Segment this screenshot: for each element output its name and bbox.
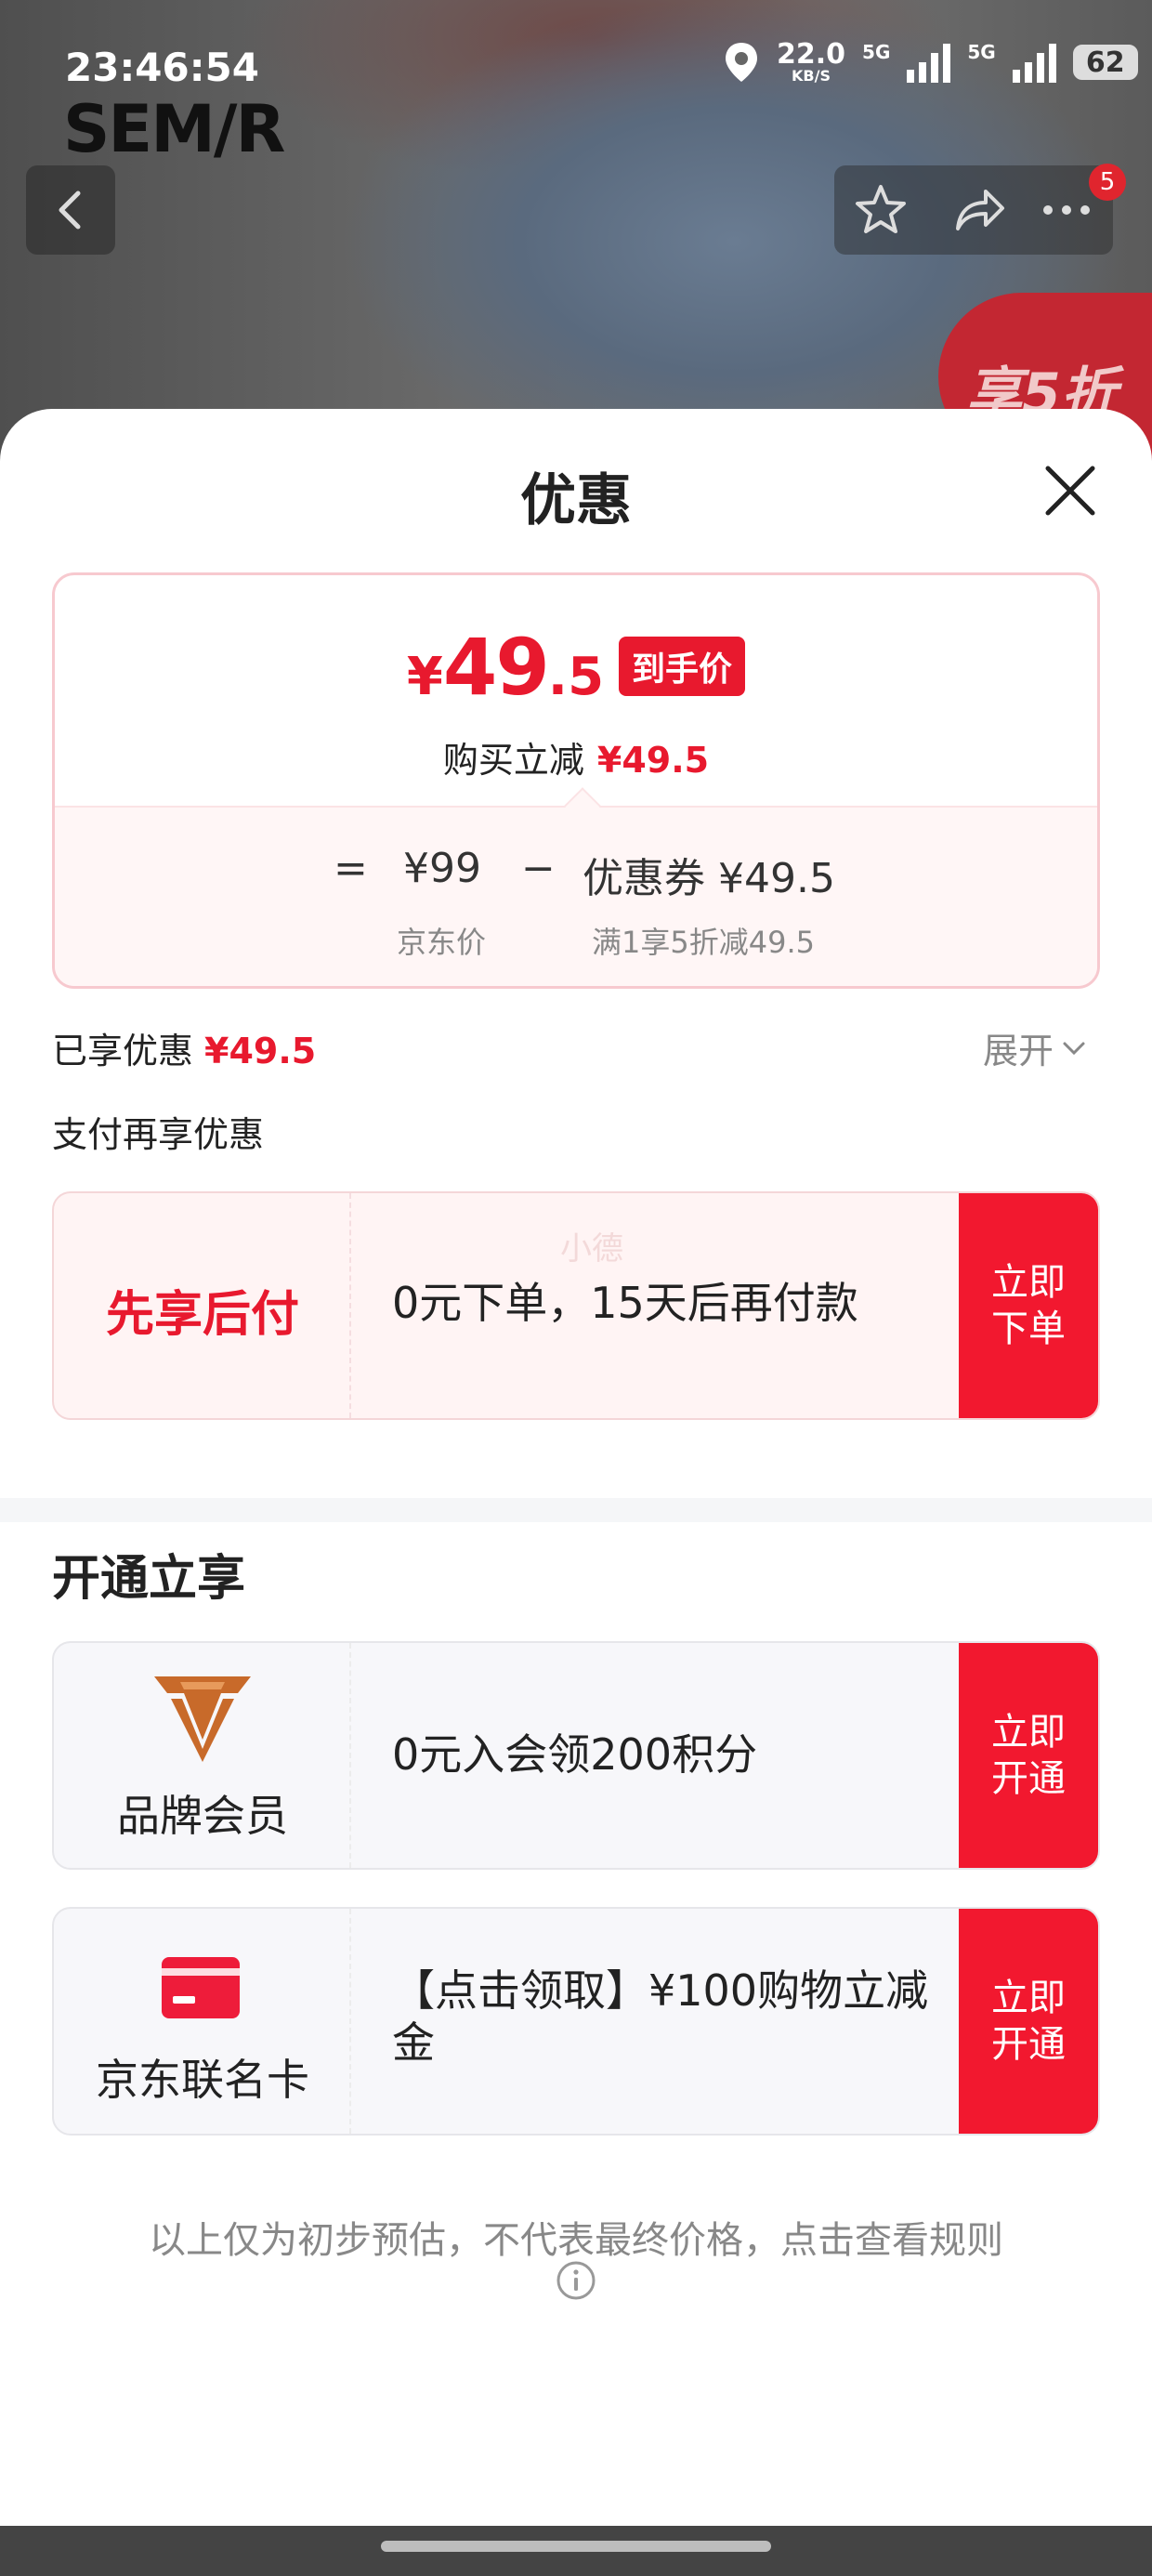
star-icon bbox=[856, 185, 906, 233]
credit-card-icon bbox=[162, 1957, 240, 2018]
share-button[interactable] bbox=[950, 182, 1006, 238]
enjoyed-discount-label: 已享优惠 bbox=[52, 1031, 194, 1071]
open-card-button[interactable]: 立即 开通 bbox=[959, 1909, 1098, 2134]
price-integer: 49 bbox=[442, 622, 550, 713]
top-actions bbox=[834, 165, 1113, 255]
close-icon bbox=[1045, 466, 1095, 516]
final-price-row: ¥49.5 到手价 bbox=[55, 622, 1097, 713]
join-member-label: 立即 开通 bbox=[991, 1711, 1066, 1800]
status-time: 23:46:54 bbox=[65, 45, 259, 90]
minus-sign: − bbox=[521, 845, 556, 892]
equals-sign: = bbox=[334, 845, 368, 892]
enjoyed-discount-amount: ¥49.5 bbox=[204, 1031, 317, 1071]
order-now-button[interactable]: 立即 下单 bbox=[959, 1193, 1098, 1418]
more-button[interactable] bbox=[1039, 182, 1094, 238]
section-divider bbox=[0, 1498, 1152, 1522]
instant-reduction-row: 购买立减 ¥49.5 bbox=[55, 731, 1097, 782]
back-button[interactable] bbox=[26, 165, 115, 255]
network-type-1: 5G bbox=[862, 41, 891, 63]
home-indicator[interactable] bbox=[381, 2541, 771, 2552]
info-icon[interactable] bbox=[556, 2260, 596, 2301]
final-price-section: ¥49.5 到手价 购买立减 ¥49.5 bbox=[55, 575, 1097, 806]
pay-more-title: 支付再享优惠 bbox=[52, 1114, 265, 1155]
final-price-tag: 到手价 bbox=[619, 637, 746, 696]
brand-member-left: 品牌会员 bbox=[54, 1643, 351, 1868]
chevron-left-icon bbox=[59, 191, 81, 230]
jd-price-value: ¥99 bbox=[403, 845, 481, 892]
brand-member-logo-icon bbox=[154, 1676, 251, 1762]
signal-icon-2 bbox=[1012, 42, 1056, 83]
brand-logo: SEM/R bbox=[63, 91, 285, 167]
close-button[interactable] bbox=[1042, 463, 1098, 519]
expand-button[interactable]: 展开 bbox=[983, 1022, 1087, 1073]
jd-price-label: 京东价 bbox=[397, 925, 487, 960]
order-now-label: 立即 下单 bbox=[991, 1261, 1066, 1350]
open-card-label: 立即 开通 bbox=[991, 1977, 1066, 2066]
join-member-button[interactable]: 立即 开通 bbox=[959, 1643, 1098, 1868]
battery-icon: 62 bbox=[1072, 45, 1138, 80]
speed-unit: KB/S bbox=[792, 67, 831, 85]
instant-reduction-label: 购买立减 bbox=[442, 740, 584, 781]
pay-later-left: 先享后付 bbox=[54, 1193, 351, 1418]
jd-card-description: 【点击领取】¥100购物立减金 bbox=[392, 1965, 929, 2068]
chevron-down-icon bbox=[1063, 1042, 1085, 1055]
jd-card-left: 京东联名卡 bbox=[54, 1909, 351, 2134]
favorite-button[interactable] bbox=[853, 182, 909, 238]
pay-later-description: 0元下单，15天后再付款 bbox=[392, 1278, 858, 1328]
network-type-2: 5G bbox=[967, 41, 996, 63]
jd-card-label: 京东联名卡 bbox=[96, 2055, 309, 2105]
brand-member-offer[interactable]: 品牌会员 0元入会领200积分 立即 开通 bbox=[52, 1641, 1100, 1870]
status-icons: 22.0 KB/S 5G 5G 62 bbox=[723, 41, 1138, 84]
expand-label: 展开 bbox=[983, 1031, 1054, 1071]
jd-card-offer[interactable]: 京东联名卡 【点击领取】¥100购物立减金 立即 开通 bbox=[52, 1907, 1100, 2136]
signal-icon bbox=[907, 42, 951, 83]
watermark-text: 小德 bbox=[560, 1230, 623, 1268]
brand-member-label: 品牌会员 bbox=[117, 1791, 288, 1841]
final-price: ¥49.5 bbox=[407, 622, 604, 713]
coupon-value: 优惠券 ¥49.5 bbox=[583, 855, 835, 902]
network-speed: 22.0 KB/S bbox=[777, 41, 845, 84]
enjoyed-discount: 已享优惠 ¥49.5 bbox=[52, 1022, 316, 1073]
pay-later-label: 先享后付 bbox=[105, 1287, 299, 1343]
speed-value: 22.0 bbox=[777, 38, 846, 71]
location-icon bbox=[726, 43, 757, 82]
pay-later-offer[interactable]: 先享后付 小德 0元下单，15天后再付款 立即 下单 bbox=[52, 1191, 1100, 1420]
instant-reduction-amount: ¥49.5 bbox=[596, 740, 710, 781]
sheet-title: 优惠 bbox=[520, 468, 632, 533]
price-decimal: .5 bbox=[547, 647, 605, 707]
more-dots-icon bbox=[1043, 205, 1090, 215]
currency-symbol: ¥ bbox=[406, 647, 443, 707]
status-bar: 23:46:54 22.0 KB/S 5G 5G 62 bbox=[0, 0, 1152, 102]
share-icon bbox=[956, 190, 1004, 230]
brand-member-description: 0元入会领200积分 bbox=[392, 1729, 758, 1780]
disclaimer-link[interactable]: 以上仅为初步预估，不代表最终价格，点击查看规则 bbox=[0, 2210, 1152, 2264]
message-count-badge: 5 bbox=[1089, 164, 1126, 201]
open-section-title: 开通立享 bbox=[52, 1551, 246, 1607]
coupon-description: 满1享5折减49.5 bbox=[592, 925, 815, 960]
price-breakdown-card: ¥49.5 到手价 购买立减 ¥49.5 = ¥99 − 优惠券 ¥49.5 京东价… bbox=[52, 572, 1100, 989]
price-formula-section: = ¥99 − 优惠券 ¥49.5 京东价 满1享5折减49.5 bbox=[55, 806, 1097, 986]
